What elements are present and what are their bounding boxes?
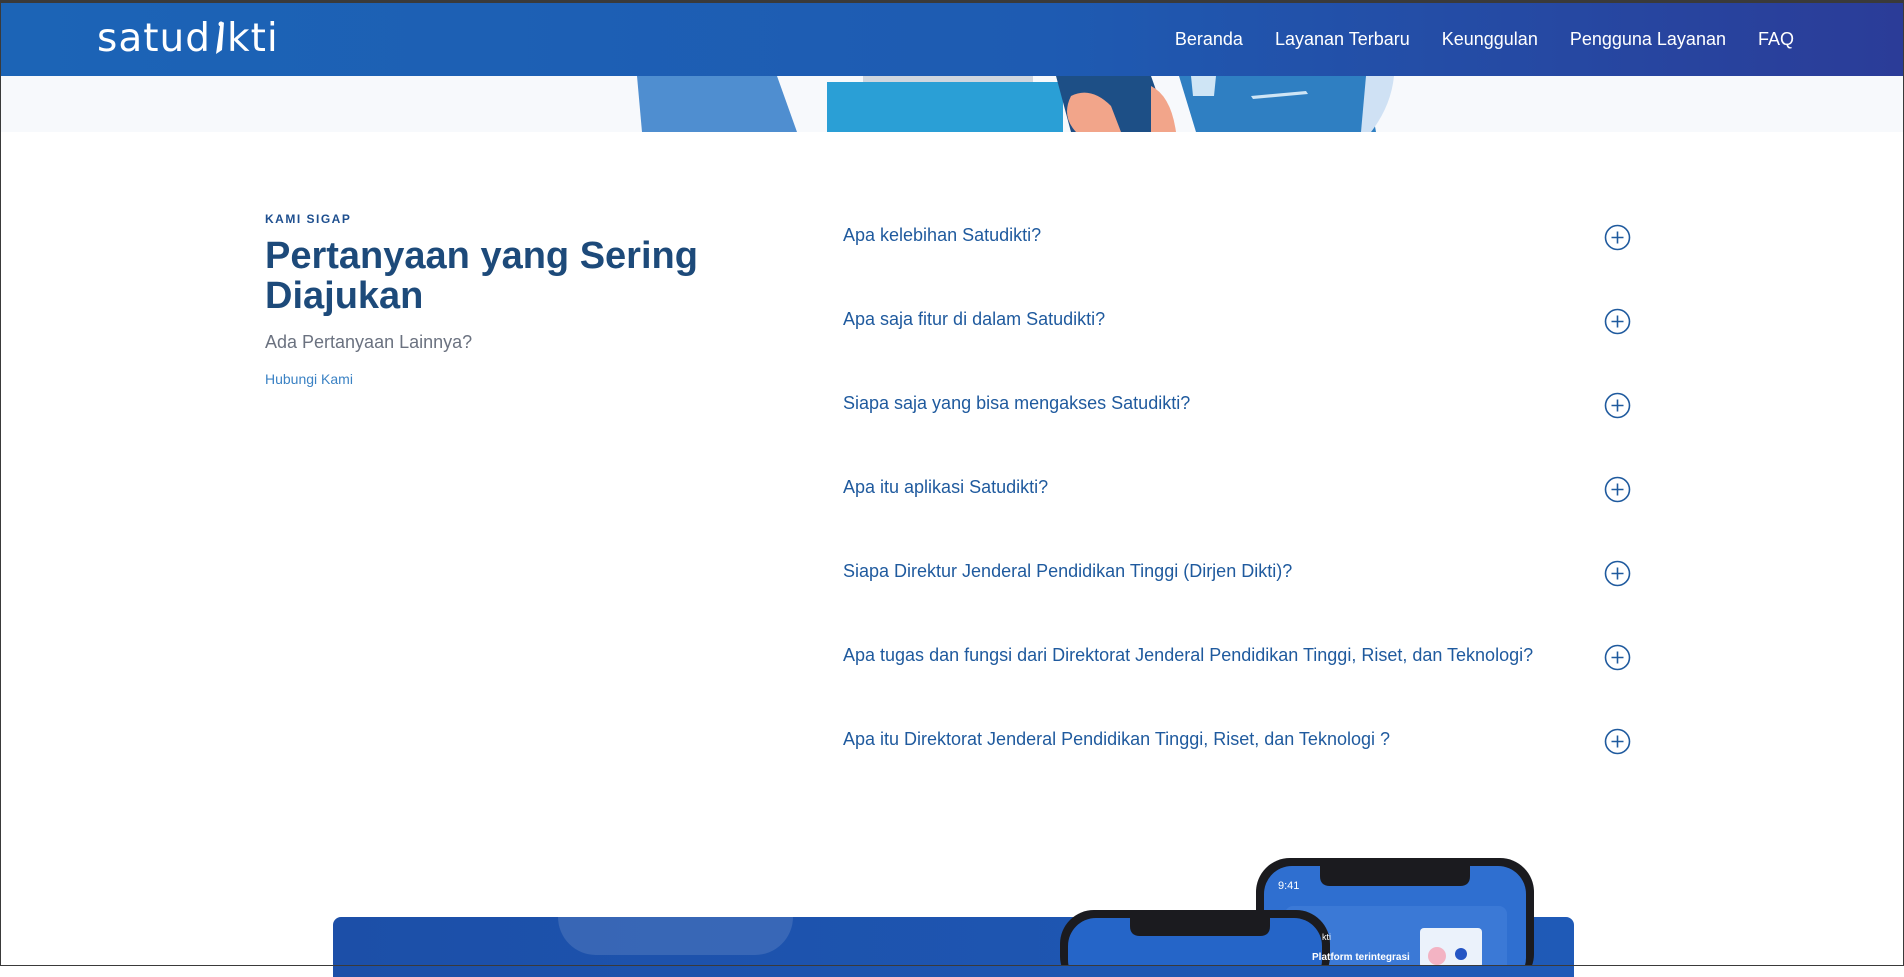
faq-question: Apa itu Direktorat Jenderal Pendidikan T… (843, 729, 1390, 749)
faq-item[interactable]: Apa itu Direktorat Jenderal Pendidikan T… (843, 708, 1631, 792)
faq-subtitle: Ada Pertanyaan Lainnya? (265, 332, 473, 352)
faq-accordion: Apa kelebihan Satudikti? Apa saja fitur … (843, 204, 1631, 792)
faq-item[interactable]: Apa itu aplikasi Satudikti? (843, 456, 1631, 540)
hero-illustration (637, 76, 1394, 132)
faq-intro: KAMI SIGAP Pertanyaan yang Sering Diajuk… (265, 212, 785, 389)
plus-circle-icon[interactable] (1604, 728, 1631, 755)
plus-circle-icon[interactable] (1604, 560, 1631, 587)
logo-text-left: satud (97, 15, 211, 61)
navbar: satud kti Beranda Layanan Terbaru Keungg… (0, 3, 1904, 76)
phone-screen-text: kti (1322, 932, 1331, 942)
logo[interactable]: satud kti (97, 13, 279, 63)
faq-title: Pertanyaan yang Sering Diajukan (265, 235, 698, 317)
nav-pengguna-layanan[interactable]: Pengguna Layanan (1570, 29, 1726, 50)
faq-question: Apa tugas dan fungsi dari Direktorat Jen… (843, 645, 1534, 665)
faq-item[interactable]: Apa kelebihan Satudikti? (843, 204, 1631, 288)
logo-mark-icon (213, 20, 225, 56)
faq-item[interactable]: Apa saja fitur di dalam Satudikti? (843, 288, 1631, 372)
faq-question: Siapa saja yang bisa mengakses Satudikti… (843, 393, 1191, 413)
phone-screen-heading: Platform terintegrasi (1312, 952, 1410, 963)
phone-status-time: 9:41 (1278, 880, 1300, 892)
plus-circle-icon[interactable] (1604, 308, 1631, 335)
faq-question: Siapa Direktur Jenderal Pendidikan Tingg… (843, 561, 1293, 581)
faq-question: Apa kelebihan Satudikti? (843, 225, 1042, 245)
nav-faq[interactable]: FAQ (1758, 29, 1794, 50)
main-nav: Beranda Layanan Terbaru Keunggulan Pengg… (1175, 3, 1794, 76)
plus-circle-icon[interactable] (1604, 392, 1631, 419)
plus-circle-icon[interactable] (1604, 224, 1631, 251)
logo-text-right: kti (226, 15, 279, 61)
nav-keunggulan[interactable]: Keunggulan (1442, 29, 1538, 50)
nav-beranda[interactable]: Beranda (1175, 29, 1243, 50)
faq-item[interactable]: Siapa saja yang bisa mengakses Satudikti… (843, 372, 1631, 456)
faq-item[interactable]: Siapa Direktur Jenderal Pendidikan Tingg… (843, 540, 1631, 624)
banner-decoration (558, 917, 793, 955)
plus-circle-icon[interactable] (1604, 476, 1631, 503)
nav-layanan-terbaru[interactable]: Layanan Terbaru (1275, 29, 1410, 50)
plus-circle-icon[interactable] (1604, 644, 1631, 671)
phone-mockups: 9:41 kti Platform terintegrasi (1060, 856, 1540, 977)
hero-illustration-strip (1, 76, 1903, 132)
phone-mockup-illustration (1060, 858, 1534, 977)
faq-eyebrow: KAMI SIGAP (265, 212, 352, 226)
contact-link[interactable]: Hubungi Kami (265, 371, 353, 387)
faq-question: Apa saja fitur di dalam Satudikti? (843, 309, 1106, 329)
faq-item[interactable]: Apa tugas dan fungsi dari Direktorat Jen… (843, 624, 1631, 708)
faq-question: Apa itu aplikasi Satudikti? (843, 477, 1049, 497)
